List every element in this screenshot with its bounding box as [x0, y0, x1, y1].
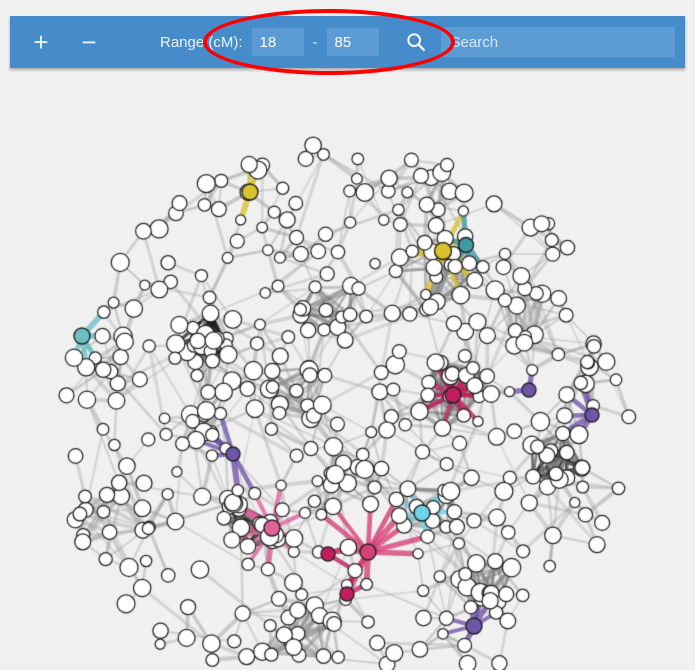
top-toolbar: + − Range (cM): -: [10, 16, 685, 68]
zoom-out-button[interactable]: −: [72, 25, 106, 59]
range-separator: -: [312, 33, 318, 51]
search-input[interactable]: [440, 27, 675, 57]
network-graph-canvas[interactable]: [0, 70, 695, 670]
range-controls: Range (cM): -: [160, 28, 379, 56]
range-min-input[interactable]: [251, 28, 304, 56]
range-max-input[interactable]: [326, 28, 379, 56]
range-label: Range (cM):: [160, 33, 243, 51]
search-icon: [406, 33, 425, 51]
graph-explorer-app: + − Range (cM): -: [0, 0, 695, 670]
zoom-in-button[interactable]: +: [24, 25, 58, 59]
search-controls: [405, 27, 685, 57]
